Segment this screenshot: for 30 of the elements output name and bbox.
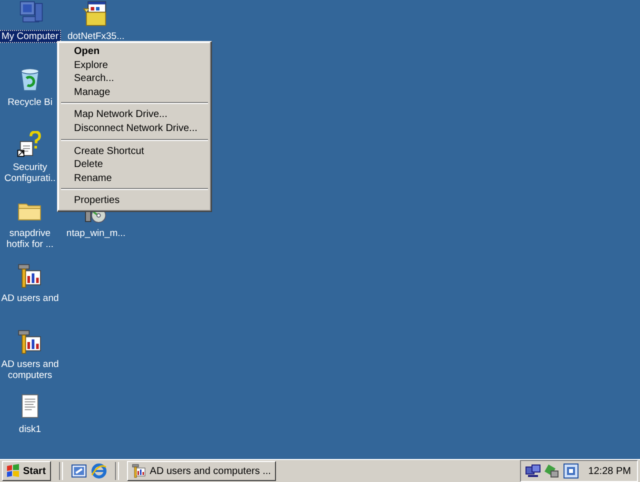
menu-item[interactable]: Search... bbox=[60, 72, 210, 86]
hammer-chart-icon bbox=[130, 463, 147, 479]
taskbar-button[interactable]: AD users and computers ... bbox=[126, 461, 276, 481]
start-button[interactable]: Start bbox=[2, 461, 51, 481]
browser-icon[interactable] bbox=[90, 463, 107, 479]
icon-label[interactable]: AD users and bbox=[0, 292, 61, 305]
icon-label[interactable]: ntap_win_m... bbox=[64, 226, 128, 240]
desktop-icon[interactable] bbox=[70, 463, 87, 479]
hammer-chart-icon[interactable] bbox=[16, 262, 44, 290]
icon-label[interactable]: snapdrive hotfix for ... bbox=[0, 226, 63, 250]
menu-item[interactable]: Rename bbox=[60, 172, 210, 186]
icon-label[interactable]: AD users and computers bbox=[0, 358, 63, 382]
clock: 12:28 PM bbox=[588, 466, 631, 476]
network-icon[interactable] bbox=[525, 463, 542, 479]
menu-item[interactable]: Map Network Drive... bbox=[60, 108, 210, 122]
menu-item[interactable]: Create Shortcut bbox=[60, 144, 210, 158]
document-question-icon[interactable] bbox=[16, 131, 44, 159]
icon-label[interactable]: dotNetFx35... bbox=[65, 30, 127, 43]
menu-item[interactable]: Disconnect Network Drive... bbox=[60, 122, 210, 136]
hammer-chart-icon[interactable] bbox=[16, 328, 44, 356]
windows-logo-icon bbox=[6, 464, 20, 478]
menu-item[interactable]: Open bbox=[60, 45, 210, 59]
icon-label[interactable]: disk1 bbox=[16, 423, 44, 436]
menu-item[interactable]: Properties bbox=[60, 194, 210, 208]
icon-label[interactable]: My Computer bbox=[0, 30, 60, 43]
monitor-icon[interactable] bbox=[563, 463, 580, 479]
menu-item[interactable]: Delete bbox=[60, 158, 210, 172]
icon-label[interactable]: Recycle Bi bbox=[6, 96, 54, 108]
menu-item[interactable]: Explore bbox=[60, 58, 210, 72]
menu-item[interactable]: Manage bbox=[60, 86, 210, 100]
